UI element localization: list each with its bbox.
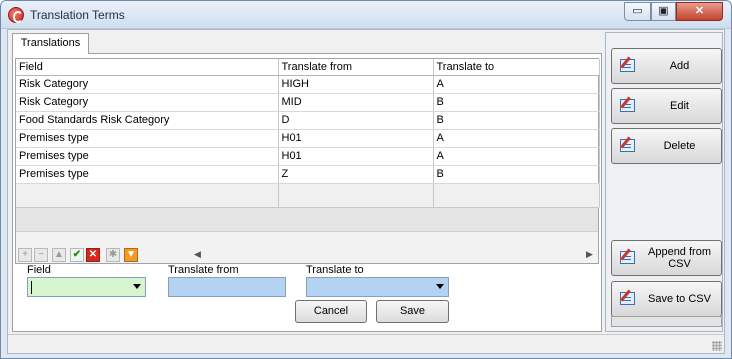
field-combo[interactable] bbox=[27, 277, 146, 297]
table-row[interactable]: Premises type H01 A bbox=[16, 129, 600, 148]
cell-field[interactable]: Risk Category bbox=[16, 93, 279, 112]
maximize-button[interactable]: ▣ bbox=[651, 2, 676, 21]
plus-icon[interactable]: + bbox=[18, 248, 32, 262]
translate-to-label: Translate to bbox=[306, 264, 364, 276]
scroll-right-arrow-icon[interactable]: ▶ bbox=[586, 249, 593, 260]
cell-field[interactable]: Premises type bbox=[16, 165, 279, 184]
action-panel: Add Edit Delete Append from CSV Save to … bbox=[605, 32, 723, 332]
status-bar bbox=[8, 334, 724, 353]
cell-translate-to[interactable]: A bbox=[433, 147, 600, 166]
add-button[interactable]: Add bbox=[611, 48, 722, 84]
title-bar[interactable]: Translation Terms ▭ ▣ ✕ bbox=[1, 1, 731, 29]
resize-grip-icon[interactable] bbox=[712, 341, 722, 351]
cell-field[interactable]: Premises type bbox=[16, 147, 279, 166]
append-from-csv-button[interactable]: Append from CSV bbox=[611, 240, 722, 276]
edit-button-label: Edit bbox=[670, 100, 689, 112]
edit-button[interactable]: Edit bbox=[611, 88, 722, 124]
cell-translate-to[interactable] bbox=[433, 183, 600, 208]
grid-empty-area bbox=[16, 207, 598, 231]
translate-from-input[interactable] bbox=[168, 277, 286, 297]
asterisk-icon[interactable]: ✱ bbox=[106, 248, 120, 262]
cross-icon[interactable]: ✕ bbox=[86, 248, 100, 262]
field-label: Field bbox=[27, 264, 51, 276]
close-button[interactable]: ✕ bbox=[676, 2, 723, 21]
cell-field[interactable]: Risk Category bbox=[16, 75, 279, 94]
filter-icon[interactable]: ▼ bbox=[124, 248, 138, 262]
save-to-csv-button[interactable]: Save to CSV bbox=[611, 281, 722, 317]
cell-translate-from[interactable]: HIGH bbox=[278, 75, 434, 94]
window-title: Translation Terms bbox=[30, 8, 125, 22]
cell-translate-from[interactable]: H01 bbox=[278, 129, 434, 148]
new-row-placeholder[interactable] bbox=[16, 183, 600, 208]
cell-translate-from[interactable] bbox=[278, 183, 434, 208]
table-row[interactable]: Risk Category MID B bbox=[16, 93, 600, 112]
delete-button[interactable]: Delete bbox=[611, 128, 722, 164]
edit-icon bbox=[620, 59, 635, 72]
horizontal-scrollbar[interactable] bbox=[16, 231, 598, 247]
cancel-button[interactable]: Cancel bbox=[295, 300, 367, 323]
client-area: Translations Field Translate from Transl… bbox=[7, 29, 725, 354]
save-button[interactable]: Save bbox=[376, 300, 449, 323]
check-icon[interactable]: ✔ bbox=[70, 248, 84, 262]
table-row[interactable]: Premises type Z B bbox=[16, 165, 600, 184]
edit-icon bbox=[620, 139, 635, 152]
column-header-translate-from[interactable]: Translate from bbox=[278, 59, 434, 76]
translate-to-combo[interactable] bbox=[306, 277, 449, 297]
edit-icon bbox=[620, 292, 635, 305]
table-row[interactable]: Premises type H01 A bbox=[16, 147, 600, 166]
scroll-left-arrow-icon[interactable]: ◀ bbox=[194, 249, 201, 260]
cell-translate-from[interactable]: H01 bbox=[278, 147, 434, 166]
cell-translate-to[interactable]: B bbox=[433, 93, 600, 112]
table-row[interactable]: Risk Category HIGH A bbox=[16, 75, 600, 94]
grid-navigator: + − ▲ ✔ ✕ ✱ ▼ ◀ ▶ bbox=[16, 247, 598, 263]
cell-translate-to[interactable]: A bbox=[433, 75, 600, 94]
side-panel-footer bbox=[611, 316, 722, 327]
cell-translate-from[interactable]: D bbox=[278, 111, 434, 130]
minus-icon[interactable]: − bbox=[34, 248, 48, 262]
app-logo-icon bbox=[8, 7, 24, 23]
cell-field[interactable] bbox=[16, 183, 279, 208]
cell-translate-to[interactable]: B bbox=[433, 111, 600, 130]
append-from-csv-label: Append from CSV bbox=[648, 246, 711, 270]
cell-translate-from[interactable]: MID bbox=[278, 93, 434, 112]
translation-terms-window: Translation Terms ▭ ▣ ✕ Translations Fie… bbox=[0, 0, 732, 359]
cell-field[interactable]: Food Standards Risk Category bbox=[16, 111, 279, 130]
minimize-button[interactable]: ▭ bbox=[624, 2, 651, 21]
save-to-csv-label: Save to CSV bbox=[648, 293, 711, 305]
edit-icon bbox=[620, 251, 635, 264]
translate-from-label: Translate from bbox=[168, 264, 239, 276]
cell-translate-to[interactable]: B bbox=[433, 165, 600, 184]
tab-translations[interactable]: Translations bbox=[12, 33, 89, 54]
add-button-label: Add bbox=[669, 60, 690, 72]
cell-translate-to[interactable]: A bbox=[433, 129, 600, 148]
grid-header-row: Field Translate from Translate to bbox=[16, 59, 600, 76]
cell-field[interactable]: Premises type bbox=[16, 129, 279, 148]
table-row[interactable]: Food Standards Risk Category D B bbox=[16, 111, 600, 130]
chevron-down-icon[interactable] bbox=[436, 284, 444, 289]
column-header-field[interactable]: Field bbox=[16, 59, 279, 76]
chevron-down-icon[interactable] bbox=[133, 284, 141, 289]
column-header-translate-to[interactable]: Translate to bbox=[433, 59, 600, 76]
text-caret bbox=[31, 281, 32, 294]
grid-table: Field Translate from Translate to Risk C… bbox=[16, 59, 600, 208]
up-icon[interactable]: ▲ bbox=[52, 248, 66, 262]
edit-icon bbox=[620, 99, 635, 112]
delete-button-label: Delete bbox=[663, 140, 696, 152]
translations-tab-page: Field Translate from Translate to Risk C… bbox=[12, 53, 602, 332]
translations-grid: Field Translate from Translate to Risk C… bbox=[15, 58, 600, 264]
cell-translate-from[interactable]: Z bbox=[278, 165, 434, 184]
